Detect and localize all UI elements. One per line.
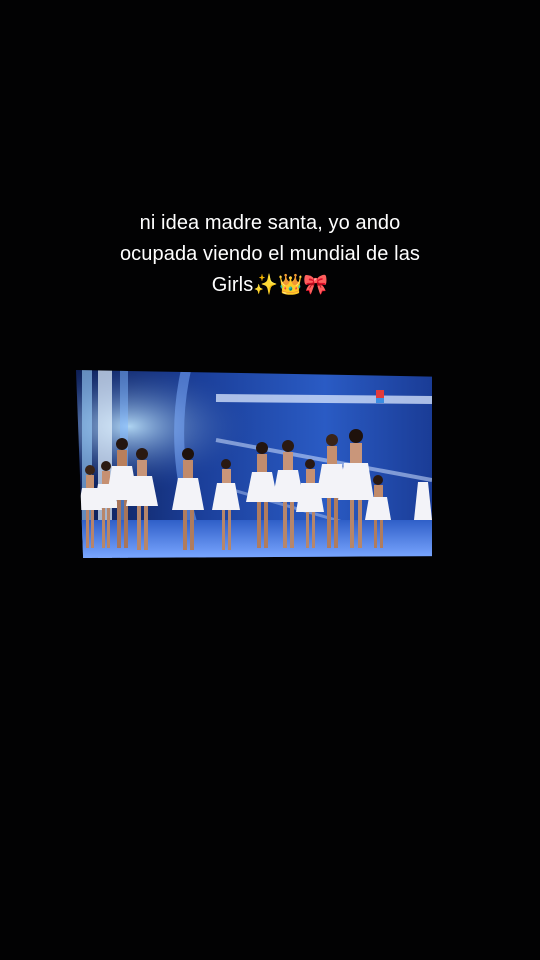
story-frame: ni idea madre santa, yo ando ocupada vie… bbox=[0, 0, 540, 960]
tv-video-still bbox=[76, 370, 432, 558]
stage-scene bbox=[76, 370, 432, 558]
caption-line-2: ocupada viendo el mundial de las bbox=[119, 243, 421, 265]
channel-logo-icon bbox=[376, 390, 384, 398]
caption-line-3: Girls✨👑🎀 bbox=[211, 274, 329, 296]
caption-line-1: ni idea madre santa, yo ando bbox=[139, 212, 401, 234]
stage-floor bbox=[76, 520, 432, 558]
story-caption: ni idea madre santa, yo ando ocupada vie… bbox=[40, 208, 500, 301]
